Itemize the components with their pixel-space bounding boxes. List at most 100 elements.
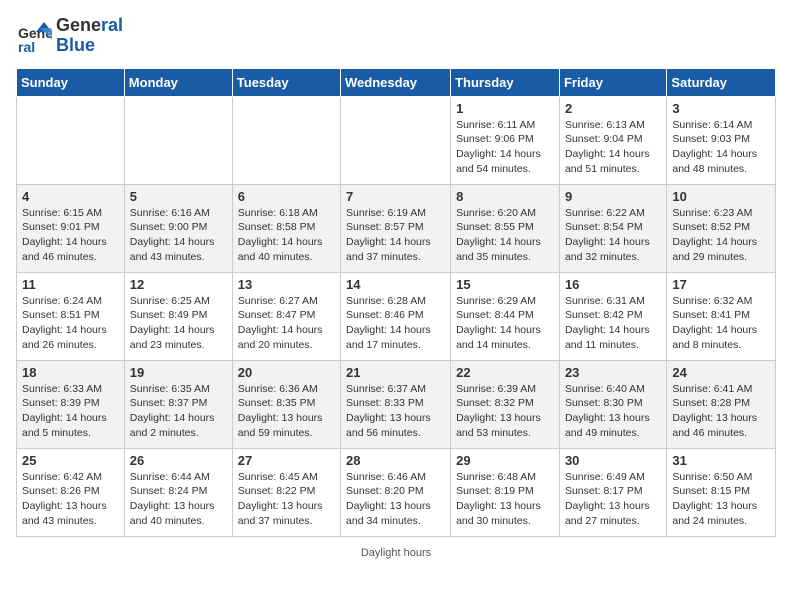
day-number: 16: [565, 277, 661, 292]
day-info: Sunrise: 6:15 AM Sunset: 9:01 PM Dayligh…: [22, 206, 119, 265]
calendar-cell: 11 Sunrise: 6:24 AM Sunset: 8:51 PM Dayli…: [17, 272, 125, 360]
day-info: Sunrise: 6:44 AM Sunset: 8:24 PM Dayligh…: [130, 470, 227, 529]
day-number: 15: [456, 277, 554, 292]
day-info: Sunrise: 6:36 AM Sunset: 8:35 PM Dayligh…: [238, 382, 335, 441]
day-info: Sunrise: 6:22 AM Sunset: 8:54 PM Dayligh…: [565, 206, 661, 265]
day-number: 8: [456, 189, 554, 204]
day-info: Sunrise: 6:41 AM Sunset: 8:28 PM Dayligh…: [672, 382, 770, 441]
day-number: 27: [238, 453, 335, 468]
calendar-cell: 29Sunrise: 6:48 AM Sunset: 8:19 PM Dayli…: [451, 448, 560, 536]
day-number: 17: [672, 277, 770, 292]
header-friday: Friday: [559, 68, 666, 96]
day-number: 18: [22, 365, 119, 380]
header-monday: Monday: [124, 68, 232, 96]
calendar-cell: [232, 96, 340, 184]
calendar-cell: 20Sunrise: 6:36 AM Sunset: 8:35 PM Dayli…: [232, 360, 340, 448]
calendar-cell: 27Sunrise: 6:45 AM Sunset: 8:22 PM Dayli…: [232, 448, 340, 536]
svg-text:ral: ral: [18, 39, 35, 54]
page-header: Gene ral General Blue: [16, 16, 776, 56]
day-info: Sunrise: 6:16 AM Sunset: 9:00 PM Dayligh…: [130, 206, 227, 265]
calendar-cell: 1 Sunrise: 6:11 AM Sunset: 9:06 PM Daylig…: [451, 96, 560, 184]
day-info: Sunrise: 6:11 AM Sunset: 9:06 PM Dayligh…: [456, 118, 554, 177]
day-info: Sunrise: 6:29 AM Sunset: 8:44 PM Dayligh…: [456, 294, 554, 353]
calendar-cell: 31 Sunrise: 6:50 AM Sunset: 8:15 PM Dayli…: [667, 448, 776, 536]
calendar-cell: 17Sunrise: 6:32 AM Sunset: 8:41 PM Dayli…: [667, 272, 776, 360]
calendar-cell: 16 Sunrise: 6:31 AM Sunset: 8:42 PM Dayli…: [559, 272, 666, 360]
day-number: 28: [346, 453, 445, 468]
calendar-cell: 13Sunrise: 6:27 AM Sunset: 8:47 PM Dayli…: [232, 272, 340, 360]
day-info: Sunrise: 6:33 AM Sunset: 8:39 PM Dayligh…: [22, 382, 119, 441]
day-number: 2: [565, 101, 661, 116]
day-number: 24: [672, 365, 770, 380]
calendar-cell: 14 Sunrise: 6:28 AM Sunset: 8:46 PM Dayli…: [341, 272, 451, 360]
logo-text: General Blue: [56, 16, 123, 56]
calendar-cell: [341, 96, 451, 184]
day-number: 30: [565, 453, 661, 468]
calendar-header-row: Sunday Monday Tuesday Wednesday Thursday…: [17, 68, 776, 96]
calendar-cell: 22Sunrise: 6:39 AM Sunset: 8:32 PM Dayli…: [451, 360, 560, 448]
day-info: Sunrise: 6:35 AM Sunset: 8:37 PM Dayligh…: [130, 382, 227, 441]
calendar-cell: 23 Sunrise: 6:40 AM Sunset: 8:30 PM Dayli…: [559, 360, 666, 448]
day-info: Sunrise: 6:40 AM Sunset: 8:30 PM Dayligh…: [565, 382, 661, 441]
logo: Gene ral General Blue: [16, 16, 123, 56]
day-number: 21: [346, 365, 445, 380]
day-number: 5: [130, 189, 227, 204]
day-number: 7: [346, 189, 445, 204]
day-info: Sunrise: 6:24 AM Sunset: 8:51 PM Dayligh…: [22, 294, 119, 353]
calendar-cell: 8 Sunrise: 6:20 AM Sunset: 8:55 PM Daylig…: [451, 184, 560, 272]
day-number: 14: [346, 277, 445, 292]
calendar-cell: [17, 96, 125, 184]
calendar-cell: 12Sunrise: 6:25 AM Sunset: 8:49 PM Dayli…: [124, 272, 232, 360]
header-wednesday: Wednesday: [341, 68, 451, 96]
logo-icon: Gene ral: [16, 18, 52, 54]
week-row-1: 1 Sunrise: 6:11 AM Sunset: 9:06 PM Daylig…: [17, 96, 776, 184]
day-number: 9: [565, 189, 661, 204]
day-info: Sunrise: 6:20 AM Sunset: 8:55 PM Dayligh…: [456, 206, 554, 265]
calendar-cell: [124, 96, 232, 184]
calendar-cell: 28 Sunrise: 6:46 AM Sunset: 8:20 PM Dayli…: [341, 448, 451, 536]
week-row-4: 18 Sunrise: 6:33 AM Sunset: 8:39 PM Dayli…: [17, 360, 776, 448]
calendar-cell: 4 Sunrise: 6:15 AM Sunset: 9:01 PM Daylig…: [17, 184, 125, 272]
day-number: 26: [130, 453, 227, 468]
calendar-cell: 5 Sunrise: 6:16 AM Sunset: 9:00 PM Daylig…: [124, 184, 232, 272]
calendar-cell: 18 Sunrise: 6:33 AM Sunset: 8:39 PM Dayli…: [17, 360, 125, 448]
day-info: Sunrise: 6:49 AM Sunset: 8:17 PM Dayligh…: [565, 470, 661, 529]
calendar-cell: 10Sunrise: 6:23 AM Sunset: 8:52 PM Dayli…: [667, 184, 776, 272]
week-row-5: 25Sunrise: 6:42 AM Sunset: 8:26 PM Dayli…: [17, 448, 776, 536]
header-saturday: Saturday: [667, 68, 776, 96]
day-info: Sunrise: 6:28 AM Sunset: 8:46 PM Dayligh…: [346, 294, 445, 353]
day-info: Sunrise: 6:31 AM Sunset: 8:42 PM Dayligh…: [565, 294, 661, 353]
day-number: 4: [22, 189, 119, 204]
day-number: 11: [22, 277, 119, 292]
calendar-cell: 7 Sunrise: 6:19 AM Sunset: 8:57 PM Daylig…: [341, 184, 451, 272]
day-info: Sunrise: 6:27 AM Sunset: 8:47 PM Dayligh…: [238, 294, 335, 353]
calendar-cell: 25Sunrise: 6:42 AM Sunset: 8:26 PM Dayli…: [17, 448, 125, 536]
day-info: Sunrise: 6:42 AM Sunset: 8:26 PM Dayligh…: [22, 470, 119, 529]
calendar-cell: 21 Sunrise: 6:37 AM Sunset: 8:33 PM Dayli…: [341, 360, 451, 448]
day-info: Sunrise: 6:37 AM Sunset: 8:33 PM Dayligh…: [346, 382, 445, 441]
day-number: 31: [672, 453, 770, 468]
day-info: Sunrise: 6:50 AM Sunset: 8:15 PM Dayligh…: [672, 470, 770, 529]
day-info: Sunrise: 6:18 AM Sunset: 8:58 PM Dayligh…: [238, 206, 335, 265]
day-number: 12: [130, 277, 227, 292]
calendar-cell: 6 Sunrise: 6:18 AM Sunset: 8:58 PM Daylig…: [232, 184, 340, 272]
footer: Daylight hours: [16, 547, 776, 559]
week-row-2: 4 Sunrise: 6:15 AM Sunset: 9:01 PM Daylig…: [17, 184, 776, 272]
header-tuesday: Tuesday: [232, 68, 340, 96]
day-info: Sunrise: 6:39 AM Sunset: 8:32 PM Dayligh…: [456, 382, 554, 441]
day-info: Sunrise: 6:13 AM Sunset: 9:04 PM Dayligh…: [565, 118, 661, 177]
day-info: Sunrise: 6:19 AM Sunset: 8:57 PM Dayligh…: [346, 206, 445, 265]
day-number: 10: [672, 189, 770, 204]
calendar-table: Sunday Monday Tuesday Wednesday Thursday…: [16, 68, 776, 537]
day-number: 6: [238, 189, 335, 204]
calendar-cell: 2 Sunrise: 6:13 AM Sunset: 9:04 PM Daylig…: [559, 96, 666, 184]
calendar-cell: 15 Sunrise: 6:29 AM Sunset: 8:44 PM Dayli…: [451, 272, 560, 360]
calendar-cell: 24 Sunrise: 6:41 AM Sunset: 8:28 PM Dayli…: [667, 360, 776, 448]
day-info: Sunrise: 6:48 AM Sunset: 8:19 PM Dayligh…: [456, 470, 554, 529]
day-number: 23: [565, 365, 661, 380]
calendar-cell: 3Sunrise: 6:14 AM Sunset: 9:03 PM Daylig…: [667, 96, 776, 184]
day-info: Sunrise: 6:46 AM Sunset: 8:20 PM Dayligh…: [346, 470, 445, 529]
calendar-cell: 9 Sunrise: 6:22 AM Sunset: 8:54 PM Daylig…: [559, 184, 666, 272]
day-info: Sunrise: 6:14 AM Sunset: 9:03 PM Dayligh…: [672, 118, 770, 177]
day-number: 1: [456, 101, 554, 116]
